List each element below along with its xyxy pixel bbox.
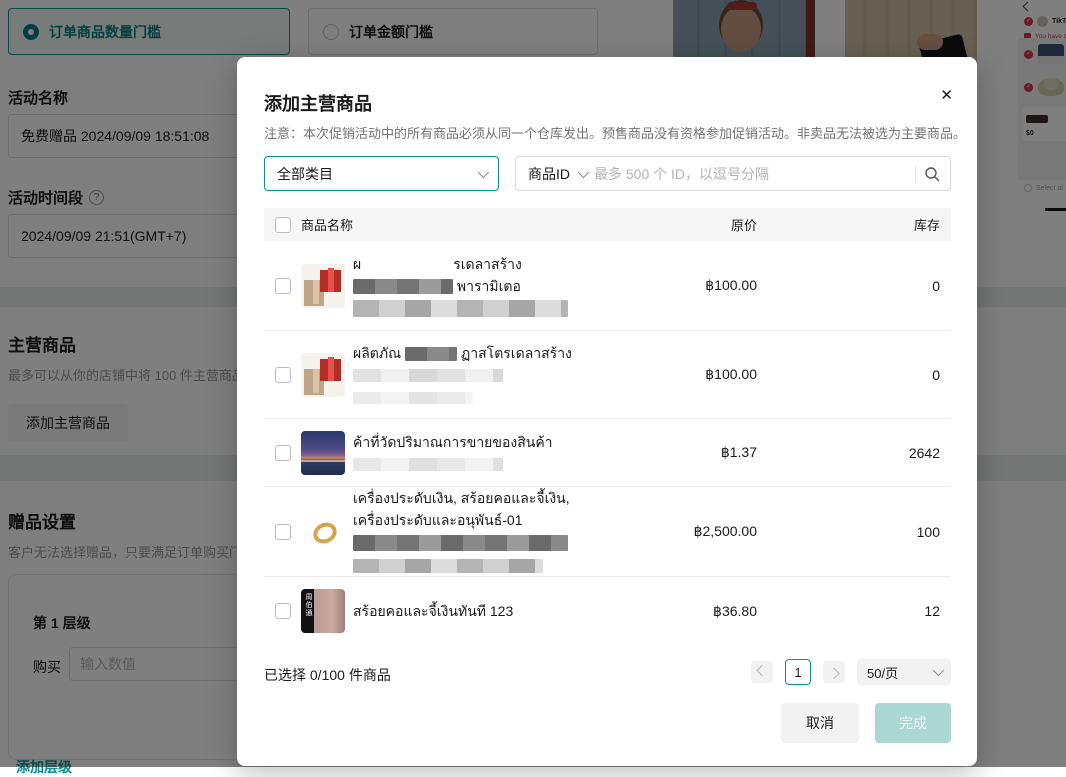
chevron-left-icon [756,664,768,677]
row-checkbox[interactable] [275,603,291,619]
product-thumbnail [301,430,345,475]
id-filter-label: 商品ID [528,165,570,182]
cancel-button[interactable]: 取消 [781,703,859,743]
chevron-down-icon [932,664,945,677]
chevron-down-icon [577,166,590,178]
category-select[interactable]: 全部类目 [264,156,499,191]
product-price: ฿36.80 [713,602,757,619]
table-row: เครื่องประดับเงิน, สร้อยคอและจี้เงิน, เค… [264,487,951,577]
header-price: 原价 [730,218,757,233]
product-thumbnail [301,263,345,308]
redaction-block [404,346,457,361]
redaction-block [353,535,568,552]
product-stock: 2642 [908,444,940,461]
product-thumbnail [301,352,345,397]
product-name: ผรเดลาสร้าง พารามิเตอ [353,253,637,319]
product-stock: 0 [932,277,940,294]
table-header: 商品名称 原价 库存 [264,208,951,241]
thumbnail-caption: 周伯通 [305,593,312,617]
page-size-select[interactable]: 50/页 [857,659,951,685]
product-thumbnail: 周伯通 [301,589,345,633]
table-row: ค้าที่วัดปริมาณการขายของสินค้า ฿1.37 264… [264,419,951,487]
redaction-block [353,369,503,383]
product-stock: 0 [932,366,940,383]
select-all-checkbox[interactable] [275,216,291,233]
redaction-block [353,559,543,574]
product-price: ฿100.00 [705,366,757,382]
table-row: 周伯通 สร้อยคอและจี้เงินทันที 123 ฿36.80 12 [264,577,951,645]
category-select-value: 全部类目 [277,165,333,182]
product-thumbnail [301,509,345,554]
product-name: ผลิตภัณ ฏาสโตรเดลาสร้าง [353,342,637,408]
redaction-block [353,279,453,295]
product-name: สร้อยคอและจี้เงินทันที 123 [353,603,514,619]
row-checkbox[interactable] [275,444,291,461]
product-price: ฿1.37 [720,444,757,460]
modal-title: 添加主营商品 [264,94,372,114]
id-search-input[interactable]: 最多 500 个 ID，以逗号分隔 [594,164,907,184]
close-icon[interactable]: ✕ [940,88,953,103]
prev-page-button[interactable] [751,661,773,683]
redaction-block [353,300,568,318]
add-main-products-modal: ✕ 添加主营商品 注意：本次促销活动中的所有商品必须从同一个仓库发出。预售商品没… [237,57,977,766]
product-price: ฿2,500.00 [693,523,757,539]
product-id-search-group[interactable]: 商品ID 最多 500 个 ID，以逗号分隔 [515,156,951,191]
row-checkbox[interactable] [275,277,291,294]
redaction-block [353,458,503,472]
next-page-button[interactable] [823,661,845,683]
product-name: เครื่องประดับเงิน, สร้อยคอและจี้เงิน, เค… [353,487,637,576]
chevron-right-icon [828,667,840,680]
selected-count-text: 已选择 0/100 件商品 [264,667,391,683]
row-checkbox[interactable] [275,366,291,383]
confirm-button[interactable]: 完成 [875,703,951,743]
row-checkbox[interactable] [275,523,291,540]
redaction-block [353,391,473,404]
chevron-down-icon [477,166,490,178]
current-page[interactable]: 1 [785,659,811,685]
product-name: ค้าที่วัดปริมาณการขายของสินค้า [353,431,637,475]
pagination: 1 50/页 [751,659,951,685]
product-price: ฿100.00 [705,277,757,293]
header-stock: 库存 [913,218,940,233]
table-row: ผลิตภัณ ฏาสโตรเดลาสร้าง ฿100.00 0 [264,331,951,419]
search-icon[interactable] [924,166,940,182]
header-name: 商品名称 [301,218,354,233]
divider [915,165,916,182]
products-table: 商品名称 原价 库存 ผรเดลาสร้าง พารามิเตอ ฿100.00… [264,208,951,645]
table-row: ผรเดลาสร้าง พารามิเตอ ฿100.00 0 [264,241,951,331]
product-stock: 12 [924,603,940,619]
modal-note: 注意：本次促销活动中的所有商品必须从同一个仓库发出。预售商品没有资格参加促销活动… [264,126,967,141]
product-stock: 100 [916,523,940,540]
